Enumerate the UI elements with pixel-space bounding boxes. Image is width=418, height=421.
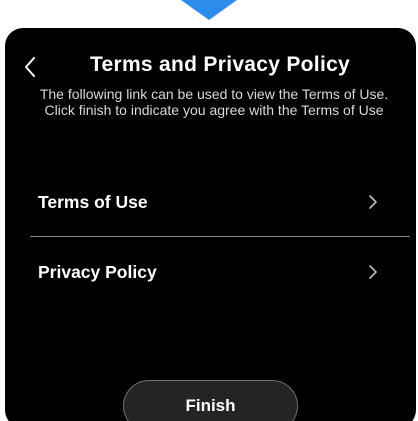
page: Terms and Privacy Policy The following l… xyxy=(0,0,418,421)
pointer-arrow-icon xyxy=(181,0,237,20)
privacy-policy-label: Privacy Policy xyxy=(38,262,157,282)
menu-divider xyxy=(30,236,410,237)
terms-of-use-link[interactable]: Terms of Use xyxy=(5,168,416,236)
back-button[interactable] xyxy=(19,52,41,82)
dialog-header: Terms and Privacy Policy The following l… xyxy=(5,28,416,168)
chevron-left-icon xyxy=(25,57,35,77)
terms-of-use-label: Terms of Use xyxy=(38,192,148,212)
finish-button-label: Finish xyxy=(185,396,236,415)
terms-description: The following link can be used to view t… xyxy=(39,86,389,118)
chevron-right-icon xyxy=(369,195,377,209)
finish-button[interactable]: Finish xyxy=(123,380,298,421)
terms-privacy-dialog: Terms and Privacy Policy The following l… xyxy=(5,28,416,421)
chevron-right-icon xyxy=(369,265,377,279)
page-title: Terms and Privacy Policy xyxy=(89,53,351,76)
privacy-policy-link[interactable]: Privacy Policy xyxy=(5,238,416,306)
